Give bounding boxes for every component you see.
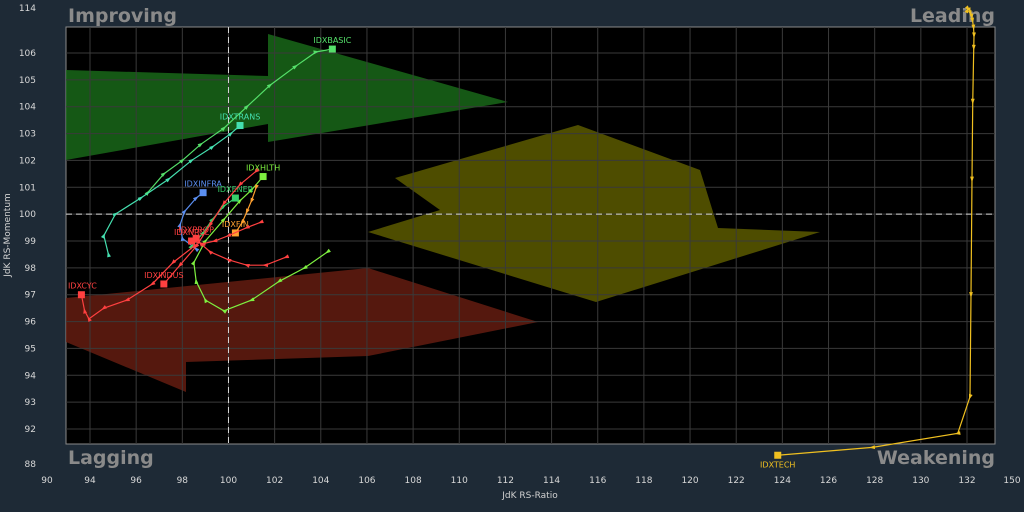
y-tick-label: 92 <box>25 425 36 435</box>
y-tick-label: 100 <box>19 210 36 220</box>
x-tick-label: 150 <box>1003 476 1020 486</box>
y-tick-label: 98 <box>25 264 37 274</box>
head-marker[interactable] <box>774 451 782 459</box>
x-tick-label: 94 <box>84 476 96 486</box>
series-label: IDXCYC <box>68 282 97 291</box>
x-tick-label: 128 <box>866 476 883 486</box>
x-tick-label: 112 <box>497 476 514 486</box>
quadrant-leading: Leading <box>910 5 995 27</box>
x-tick-label: 124 <box>774 476 791 486</box>
x-tick-label: 116 <box>589 476 606 486</box>
y-tick-label: 106 <box>19 49 36 59</box>
y-tick-label: 93 <box>25 398 36 408</box>
x-tick-label: 102 <box>266 476 283 486</box>
y-tick-label: 103 <box>19 130 36 140</box>
quadrant-improving: Improving <box>68 5 177 27</box>
x-tick-label: 90 <box>41 476 53 486</box>
x-tick-label: 118 <box>635 476 652 486</box>
y-axis-title: JdK RS-Momentum <box>3 193 13 278</box>
head-marker[interactable] <box>236 122 244 130</box>
series-label: IDXNRCL <box>174 228 210 237</box>
x-tick-label: 110 <box>451 476 468 486</box>
x-tick-label: 130 <box>912 476 929 486</box>
y-tick-label: 114 <box>19 4 36 14</box>
x-tick-label: 108 <box>405 476 422 486</box>
y-tick-label: 97 <box>25 291 36 301</box>
head-marker[interactable] <box>328 45 336 53</box>
x-tick-label: 114 <box>543 476 560 486</box>
y-tick-label: 96 <box>25 318 37 328</box>
x-tick-label: 120 <box>681 476 698 486</box>
y-tick-label: 105 <box>19 76 36 86</box>
y-tick-label: 104 <box>19 103 36 113</box>
y-tick-label: 94 <box>25 371 37 381</box>
head-marker[interactable] <box>188 237 196 245</box>
x-tick-label: 98 <box>177 476 189 486</box>
x-tick-label: 100 <box>220 476 237 486</box>
head-marker[interactable] <box>160 280 168 288</box>
series-label: IDXTECH <box>760 460 795 469</box>
x-tick-label: 126 <box>820 476 837 486</box>
y-tick-label: 101 <box>19 183 36 193</box>
series-label: IDXHLTH <box>246 164 280 173</box>
head-marker[interactable] <box>77 291 85 299</box>
head-marker[interactable] <box>231 194 239 202</box>
head-marker[interactable] <box>199 189 207 197</box>
y-tick-label: 99 <box>25 237 37 247</box>
quadrant-weakening: Weakening <box>877 447 995 469</box>
x-tick-label: 96 <box>130 476 142 486</box>
x-tick-label: 122 <box>728 476 745 486</box>
series-label: IDXFIN <box>222 220 249 229</box>
x-tick-label: 132 <box>958 476 975 486</box>
x-tick-label: 104 <box>312 476 329 486</box>
y-tick-label: 88 <box>25 460 37 470</box>
rrg-chart-frame: 90 94 96 98 100 102 104 106 108 110 112 114 116 118 12… <box>0 0 1024 512</box>
y-axis-ticks: 88 92 93 94 95 96 97 98 99 100 101 102 103 104 105 106 1… <box>19 4 36 470</box>
y-tick-label: 95 <box>25 344 36 354</box>
x-axis-ticks: 90 94 96 98 100 102 104 106 108 110 112 114 116 118 12… <box>41 476 1021 486</box>
rrg-chart: 90 94 96 98 100 102 104 106 108 110 112 114 116 118 12… <box>3 4 1021 501</box>
head-marker[interactable] <box>259 173 267 181</box>
y-tick-label: 102 <box>19 156 36 166</box>
x-tick-label: 106 <box>358 476 375 486</box>
x-axis-title: JdK RS-Ratio <box>501 491 558 501</box>
quadrant-lagging: Lagging <box>68 447 154 469</box>
series-label: IDXBASIC <box>313 36 351 45</box>
series-label: IDXTRANS <box>220 113 261 122</box>
